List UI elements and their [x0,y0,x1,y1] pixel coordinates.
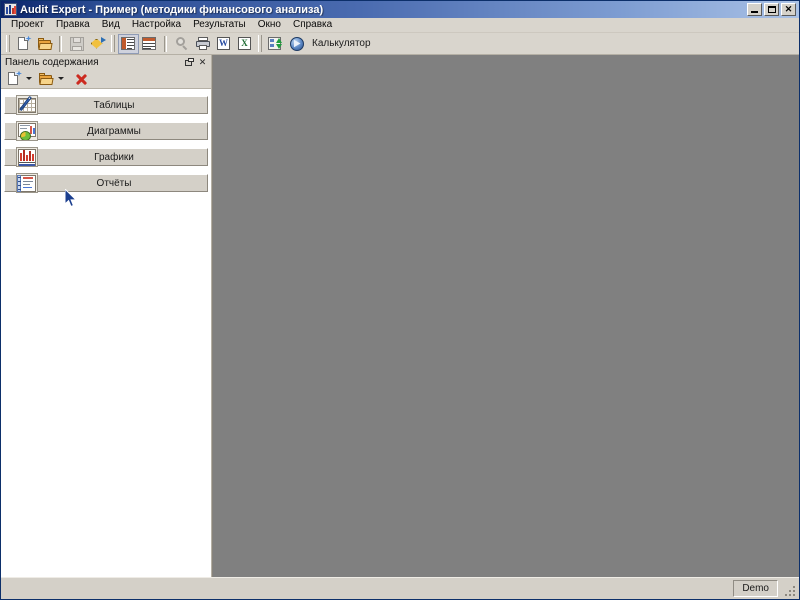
calculator-disc-icon [289,36,305,52]
toolbar-grip-3[interactable] [258,35,262,52]
chevron-down-icon [26,77,32,80]
menu-bar: Проект Правка Вид Настройка Результаты О… [1,18,799,33]
menu-item-edit[interactable]: Правка [50,18,96,32]
preview-button[interactable] [171,34,192,54]
menu-item-project[interactable]: Проект [5,18,50,32]
toolbar-separator-2 [164,35,167,52]
excel-icon: X [237,36,253,52]
open-item-icon [38,71,54,87]
menu-item-view[interactable]: Вид [96,18,126,32]
transfer-arrows-icon [267,36,284,52]
close-button[interactable]: ✕ [781,3,796,16]
new-document-button[interactable] [13,34,34,54]
delete-red-x-icon [74,72,88,86]
word-glyph: W [219,37,228,48]
tree-node-graphs[interactable]: Графики [1,144,211,170]
auto-hide-pin-button[interactable] [183,56,196,68]
save-disk-icon [69,36,85,52]
toolbar-grip[interactable] [6,35,10,52]
application-window: Audit Expert - Пример (методики финансов… [0,0,800,600]
tree-node-charts[interactable]: Диаграммы [1,118,211,144]
menu-item-help[interactable]: Справка [287,18,338,32]
maximize-button[interactable] [764,3,779,16]
audit-expert-icon [4,3,17,16]
pin-icon [185,57,194,67]
client-area: Панель содержания ✕ Таблицы Диаграммы Гр… [1,55,799,577]
content-tree: Таблицы Диаграммы Графики Отчёты [1,89,211,577]
open-folder-icon [37,36,53,52]
title-bar[interactable]: Audit Expert - Пример (методики финансов… [1,1,799,18]
content-panel: Панель содержания ✕ Таблицы Диаграммы Гр… [1,55,212,577]
minimize-button[interactable] [747,3,762,16]
calculator-button[interactable] [286,34,307,54]
open-item-dropdown-button[interactable] [55,70,69,88]
new-item-button[interactable] [5,70,23,88]
content-panel-toolbar [1,69,211,89]
status-bar: Demo [1,577,799,599]
new-item-dropdown-button[interactable] [23,70,37,88]
tree-node-tables[interactable]: Таблицы [1,92,211,118]
content-panel-toggle-button[interactable] [118,33,139,54]
charts-icon [16,121,38,141]
content-panel-close-button[interactable]: ✕ [196,56,209,68]
reports-icon [16,173,38,193]
close-icon: ✕ [198,56,207,67]
open-project-button[interactable] [34,34,55,54]
toolbar-grip-2[interactable] [111,35,115,52]
chevron-down-icon [58,77,64,80]
menu-item-window[interactable]: Окно [252,18,287,32]
tables-icon [16,95,38,115]
mdi-workspace[interactable] [212,55,799,577]
menu-item-results[interactable]: Результаты [187,18,252,32]
list-view-icon [120,36,137,52]
excel-glyph: X [241,37,248,48]
word-icon: W [216,36,232,52]
status-message [4,580,733,597]
delete-item-button[interactable] [73,70,89,88]
license-status-badge: Demo [733,580,778,597]
window-buttons: ✕ [747,3,796,16]
export-button[interactable] [87,34,108,54]
detail-panel-toggle-button[interactable] [139,34,160,54]
print-button[interactable] [192,34,213,54]
save-button[interactable] [66,34,87,54]
calculator-label[interactable]: Калькулятор [312,38,371,49]
data-transfer-button[interactable] [265,34,286,54]
printer-icon [195,36,211,52]
tree-node-label: Таблицы [93,99,135,111]
resize-grip[interactable] [782,583,796,597]
export-diamond-icon [90,36,106,52]
content-panel-title: Панель содержания [5,56,99,68]
main-toolbar: W X Калькулятор [1,33,799,55]
content-panel-header: Панель содержания ✕ [1,55,211,69]
tree-node-label: Отчёты [96,177,132,189]
tree-node-label: Графики [94,151,134,163]
menu-item-settings[interactable]: Настройка [126,18,187,32]
new-item-icon [6,70,22,87]
magnifier-icon [174,36,190,52]
open-item-button[interactable] [37,70,55,88]
new-document-icon [16,35,32,52]
graphs-icon [16,147,38,167]
tree-node-label: Диаграммы [87,125,141,137]
export-word-button[interactable]: W [213,34,234,54]
window-title: Audit Expert - Пример (методики финансов… [20,3,324,16]
tree-node-reports[interactable]: Отчёты [1,170,211,196]
export-excel-button[interactable]: X [234,34,255,54]
wide-list-view-icon [141,36,158,52]
toolbar-separator [59,35,62,52]
close-icon: ✕ [784,4,793,14]
